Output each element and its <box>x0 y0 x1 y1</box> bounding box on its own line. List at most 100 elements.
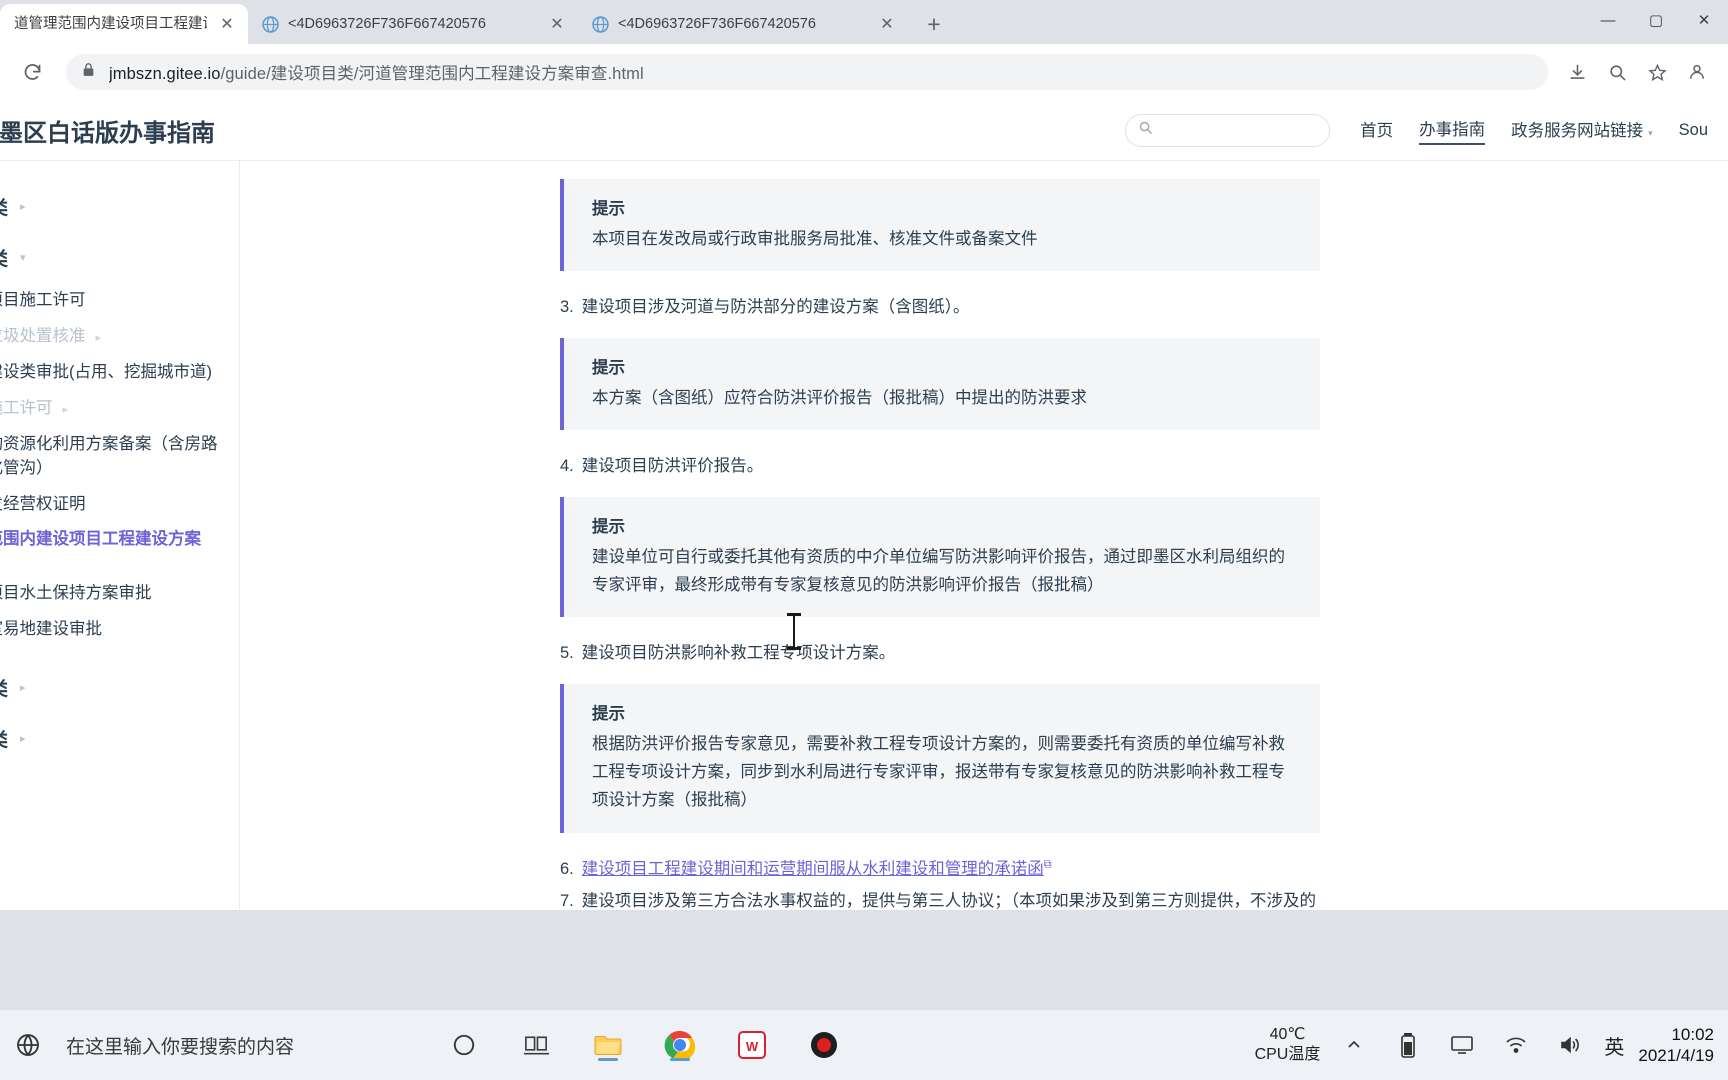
profile-avatar[interactable] <box>1680 55 1714 89</box>
sidebar-item-soil-conservation[interactable]: 设项目水土保持方案审批 <box>0 576 239 612</box>
close-icon[interactable]: ✕ <box>876 13 898 35</box>
sidebar-item-label: 设项目水土保持方案审批 <box>0 584 152 603</box>
browser-window: 道管理范围内建设项目工程建设 ✕ <4D6963726F736F66742057… <box>0 0 1728 1010</box>
file-explorer-icon[interactable] <box>588 1025 628 1065</box>
sidebar-item-waste-approval[interactable]: 筑垃圾处置核准 ▸ <box>0 319 239 355</box>
main-content: 提示 本项目在发改局或行政审批服务局批准、核准文件或备案文件 3. 建设项目涉及… <box>240 161 1728 910</box>
nav-item-links[interactable]: 政务服务网站链接 ▾ <box>1511 117 1653 144</box>
web-page: 即墨区白话版办事指南 首页 办事指南 政务服务网站链接 ▾ Sou <box>0 100 1728 910</box>
minimize-icon[interactable]: — <box>1584 0 1632 40</box>
sidebar-item-works-permit[interactable]: 程施工许可 ▸ <box>0 391 239 427</box>
sidebar-group-label: 务类 <box>0 725 8 752</box>
globe-icon <box>262 15 279 33</box>
sidebar-group-trade[interactable]: 贸类 ▸ <box>0 181 239 232</box>
taskbar-tray: 40℃ CPU温度 英 10:02 2021/4/19 <box>1255 1024 1728 1067</box>
battery-icon[interactable] <box>1388 1025 1428 1065</box>
cpu-temperature: 40℃ CPU温度 <box>1255 1025 1321 1064</box>
task-view-icon[interactable] <box>516 1025 556 1065</box>
browser-tab-active[interactable]: 道管理范围内建设项目工程建设 ✕ <box>0 4 248 44</box>
clock-date: 2021/4/19 <box>1638 1046 1714 1065</box>
running-indicator <box>670 1058 691 1061</box>
sidebar: 贸类 ▸ 目类 ▾ 设项目施工许可 筑垃圾处置核准 ▸ 施建设类审批(占用、挖掘… <box>0 161 240 910</box>
record-circle-icon[interactable] <box>804 1025 844 1065</box>
sidebar-group-label: 目类 <box>0 244 8 271</box>
running-indicator <box>598 1058 619 1061</box>
list-item: 4. 建设项目防洪评价报告。 <box>560 452 1320 480</box>
sidebar-item-label: 程施工许可 <box>0 398 53 417</box>
sidebar-group-services-2[interactable]: 务类 ▸ <box>0 713 239 764</box>
close-window-icon[interactable]: ✕ <box>1680 0 1728 40</box>
sidebar-group-label: 务类 <box>0 674 8 701</box>
network-icon[interactable] <box>1496 1025 1536 1065</box>
sidebar-item-basement-relocation[interactable]: 下室易地建设审批 <box>0 612 239 648</box>
globe-icon <box>592 15 609 33</box>
lock-icon <box>82 62 95 82</box>
sidebar-item-label: 下室易地建设审批 <box>0 620 102 639</box>
nav-overflow-label[interactable]: Sou <box>1679 121 1708 140</box>
list-item: 7. 建设项目涉及第三方合法水事权益的，提供与第三人协议；（本项如果涉及到第三方… <box>560 887 1320 910</box>
sidebar-item-label: 施建设类审批(占用、挖掘城市道) <box>0 362 212 381</box>
omnibox-bar: jmbszn.gitee.io/guide/建设项目类/河道管理范围内工程建设方… <box>0 44 1728 100</box>
tab-title: <4D6963726F736F667420576 <box>288 16 486 32</box>
clock-time: 10:02 <box>1671 1024 1714 1044</box>
chrome-icon[interactable] <box>660 1025 700 1065</box>
zoom-icon[interactable] <box>1600 55 1634 89</box>
sidebar-group-label: 贸类 <box>0 193 8 220</box>
tip-box: 提示 建设单位可自行或委托其他有资质的中介单位编写防洪影响评价报告，通过即墨区水… <box>560 496 1320 618</box>
cortana-circle-icon[interactable] <box>444 1025 484 1065</box>
search-input[interactable] <box>1161 122 1318 138</box>
chevron-right-icon: ▸ <box>20 733 26 746</box>
sidebar-item-resource-plan[interactable]: 弃物资源化利用方案备案（含房路绿化管沟） <box>0 427 239 487</box>
volume-icon[interactable] <box>1550 1025 1590 1065</box>
page-body: 贸类 ▸ 目类 ▾ 设项目施工许可 筑垃圾处置核准 ▸ 施建设类审批(占用、挖掘… <box>0 161 1728 910</box>
tip-title: 提示 <box>592 200 625 218</box>
sidebar-item-development-cert[interactable]: 开发经营权证明 <box>0 487 239 523</box>
wps-icon[interactable]: W <box>732 1025 772 1065</box>
sidebar-group-services-1[interactable]: 务类 ▸ <box>0 662 239 713</box>
browser-tab[interactable]: <4D6963726F736F667420576 ✕ <box>248 4 578 44</box>
download-icon[interactable] <box>1560 55 1594 89</box>
commitment-letter-link[interactable]: 建设项目工程建设期间和运营期间服从水利建设和管理的承诺函 <box>582 860 1044 878</box>
close-icon[interactable]: ✕ <box>216 13 238 35</box>
tab-title: 道管理范围内建设项目工程建设 <box>14 16 207 32</box>
sidebar-item-label: 筑垃圾处置核准 <box>0 326 86 345</box>
chevron-up-icon[interactable] <box>1334 1025 1374 1065</box>
tip-title: 提示 <box>592 704 625 723</box>
sidebar-item-construction-permit[interactable]: 设项目施工许可 <box>0 283 239 319</box>
browser-tab[interactable]: <4D6963726F736F667420576 ✕ <box>578 4 908 44</box>
close-icon[interactable]: ✕ <box>546 13 568 35</box>
reload-icon[interactable] <box>14 54 50 90</box>
nav-item-home[interactable]: 首页 <box>1360 117 1393 144</box>
taskbar-search[interactable]: 在这里输入你要搜索的内容 <box>56 1032 294 1059</box>
screen-icon[interactable] <box>1442 1025 1482 1065</box>
new-tab-button[interactable]: + <box>916 6 952 42</box>
taskbar-search-placeholder: 在这里输入你要搜索的内容 <box>66 1036 295 1058</box>
start-button[interactable] <box>0 1010 56 1080</box>
maximize-icon[interactable]: ▢ <box>1632 0 1680 40</box>
sidebar-item-facility-approval[interactable]: 施建设类审批(占用、挖掘城市道) <box>0 355 239 391</box>
sidebar-item-river-plan[interactable]: 理范围内建设项目工程建设方案 <box>0 522 239 558</box>
sidebar-group-projects[interactable]: 目类 ▾ <box>0 232 239 283</box>
tab-strip: 道管理范围内建设项目工程建设 ✕ <4D6963726F736F66742057… <box>0 0 1728 44</box>
nav-item-guide[interactable]: 办事指南 <box>1419 116 1486 145</box>
header-right: 首页 办事指南 政务服务网站链接 ▾ Sou <box>1125 113 1708 147</box>
list-number: 7. <box>560 892 574 910</box>
ime-indicator[interactable]: 英 <box>1604 1031 1624 1060</box>
tip-box: 提示 本项目在发改局或行政审批服务局批准、核准文件或备案文件 <box>560 179 1320 272</box>
list-number: 4. <box>560 457 574 476</box>
list-text: 建设项目涉及河道与防洪部分的建设方案（含图纸）。 <box>581 298 970 317</box>
site-header: 即墨区白话版办事指南 首页 办事指南 政务服务网站链接 ▾ Sou <box>0 100 1728 161</box>
taskbar: 在这里输入你要搜索的内容 W 40℃ CPU温度 英 10:02 2021/4/… <box>0 1010 1728 1080</box>
bookmark-star-icon[interactable] <box>1640 55 1674 89</box>
address-bar[interactable]: jmbszn.gitee.io/guide/建设项目类/河道管理范围内工程建设方… <box>66 54 1548 90</box>
url-host: jmbszn.gitee.io <box>109 65 221 83</box>
tip-title: 提示 <box>592 358 625 377</box>
taskbar-clock[interactable]: 10:02 2021/4/19 <box>1638 1024 1714 1067</box>
list-number: 3. <box>560 298 574 317</box>
url-path: /guide/建设项目类/河道管理范围内工程建设方案审查.html <box>220 65 644 83</box>
cpu-temp-value: 40℃ <box>1269 1026 1306 1044</box>
chevron-right-icon: ▸ <box>20 682 26 695</box>
search-box[interactable] <box>1125 113 1331 147</box>
chevron-right-icon: ▸ <box>20 201 26 213</box>
external-link-icon: ⧉ <box>1043 858 1052 871</box>
